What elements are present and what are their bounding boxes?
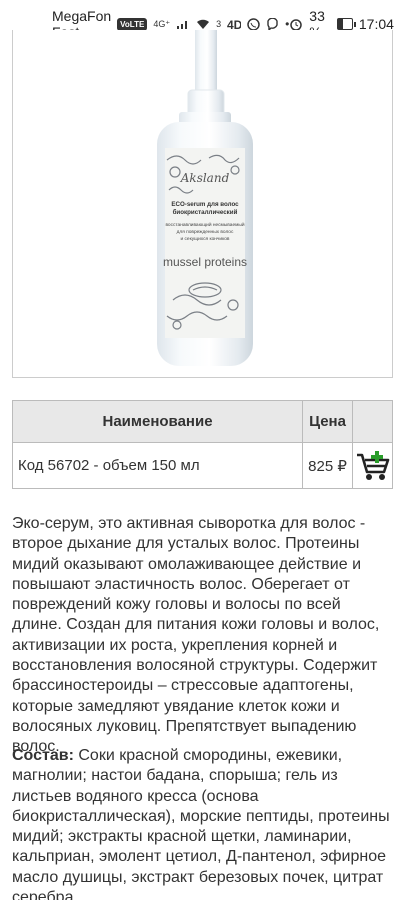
svg-text:ECO-serum для волос: ECO-serum для волос xyxy=(171,201,239,208)
wifi-badge: 3 xyxy=(216,19,222,29)
network-type: 4G⁺ xyxy=(153,18,171,29)
whatsapp-icon xyxy=(247,17,260,31)
svg-text:для поврежденных волос: для поврежденных волос xyxy=(177,230,234,235)
composition-label: Состав: xyxy=(12,747,74,764)
price-table: Наименование Цена Код 56702 - объем 150 … xyxy=(11,400,393,489)
table-row: Код 56702 - объем 150 мл 825 ₽ xyxy=(11,442,393,489)
add-to-cart-icon xyxy=(356,450,389,480)
svg-text:и секущихся кончиков: и секущихся кончиков xyxy=(181,237,230,242)
table-header-row: Наименование Цена xyxy=(11,400,393,443)
svg-text:биокристаллический: биокристаллический xyxy=(173,209,238,216)
volte-icon: VoLTE xyxy=(117,17,148,31)
alarm-icon xyxy=(289,17,303,31)
viber-icon xyxy=(266,17,279,31)
svg-text:4D: 4D xyxy=(227,18,241,30)
svg-text:восстанавливающий несмываемый: восстанавливающий несмываемый xyxy=(165,221,244,228)
product-description: Эко-серум, это активная сыворотка для во… xyxy=(12,515,380,756)
composition-text: Соки красной смородины, ежевики, магноли… xyxy=(12,747,390,900)
app-notification-icon: 4D xyxy=(227,18,241,30)
header-name: Наименование xyxy=(11,400,304,443)
svg-text:Aksland: Aksland xyxy=(180,171,230,185)
header-cart xyxy=(352,400,393,443)
header-price: Цена xyxy=(302,400,353,443)
product-image-frame: Aksland ECO-serum для волос биокристалли… xyxy=(12,30,393,378)
battery-icon xyxy=(337,18,356,30)
signal-icon xyxy=(176,18,190,30)
add-to-cart-button[interactable] xyxy=(352,442,393,489)
row-item-name: Код 56702 - объем 150 мл xyxy=(11,442,304,489)
product-composition: Состав: Соки красной смородины, ежевики,… xyxy=(12,746,393,900)
row-item-price: 825 ₽ xyxy=(302,442,353,489)
product-bottle-image: Aksland ECO-serum для волос биокристалли… xyxy=(157,30,253,366)
svg-text:mussel proteins: mussel proteins xyxy=(163,255,247,269)
wifi-icon xyxy=(196,18,210,30)
